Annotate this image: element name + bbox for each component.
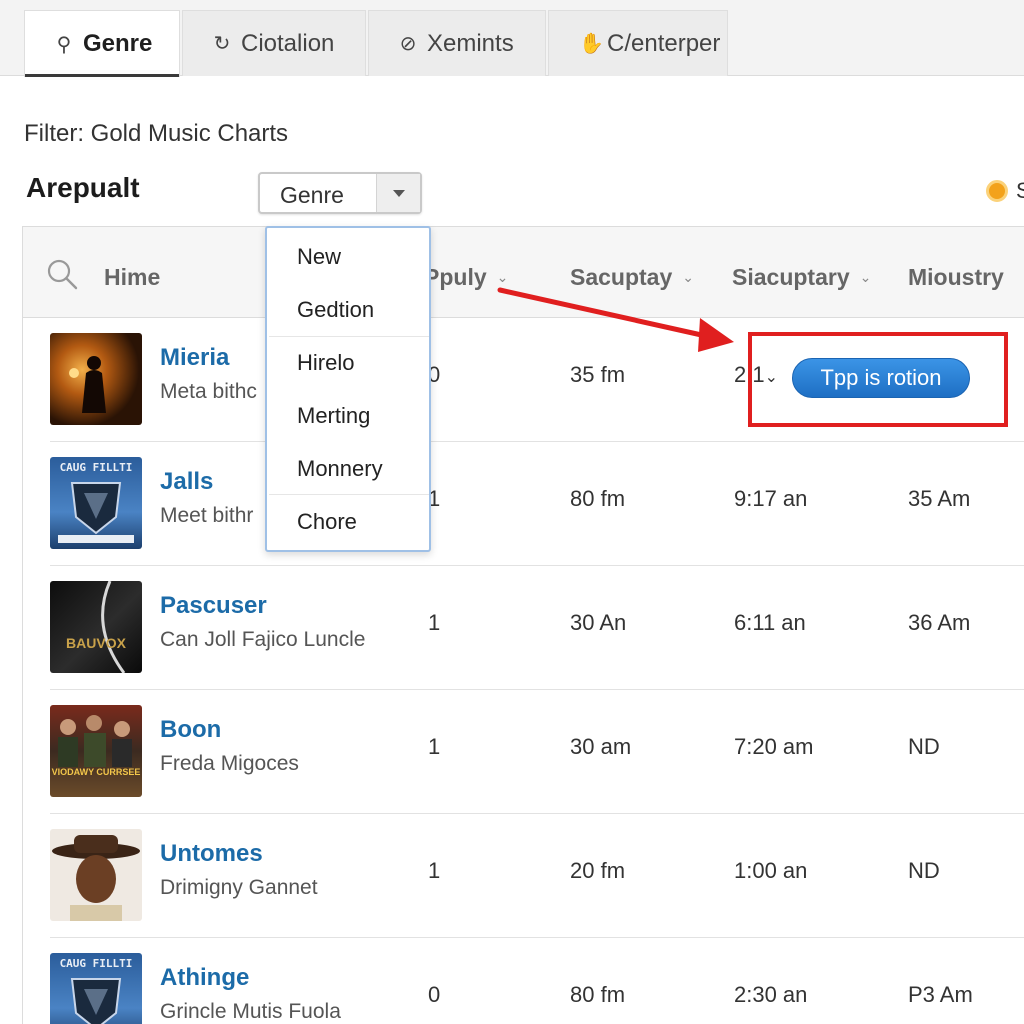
circle-slash-icon: ⊘ xyxy=(399,33,417,55)
track-title[interactable]: Pascuser xyxy=(160,592,267,620)
column-header-ppuly[interactable]: Ppuly ⌄ xyxy=(424,264,508,291)
dropdown-item-monnery[interactable]: Monnery xyxy=(297,456,383,482)
track-artist: Meta bithc xyxy=(160,380,257,403)
cell-ppuly: 1 xyxy=(428,858,441,883)
album-art: VIODAWY CURRSEE xyxy=(50,705,142,797)
dropdown-item-new[interactable]: New xyxy=(297,244,341,270)
track-title[interactable]: Boon xyxy=(160,716,221,744)
tab-label: Xemints xyxy=(427,29,514,57)
album-art-text: VIODAWY CURRSEE xyxy=(51,767,141,777)
column-header-label: Siacuptary xyxy=(732,264,850,290)
album-art-text: BAUVOX xyxy=(66,635,126,651)
tab-label: Genre xyxy=(83,30,153,57)
dropdown-divider xyxy=(269,494,429,495)
column-header-label: Hime xyxy=(104,264,161,290)
cell-mioustry: 36 Am xyxy=(908,610,971,635)
album-art xyxy=(50,829,142,921)
column-header-label: Sacuptay xyxy=(570,264,673,290)
album-art: BAUVOX xyxy=(50,581,142,673)
table-row[interactable]: BAUVOX Pascuser Can Joll Fajico Luncle 1… xyxy=(50,566,1024,690)
chevron-down-icon: ⌄ xyxy=(496,269,509,285)
column-header-sacuptay[interactable]: Sacuptay ⌄ xyxy=(570,264,694,291)
album-art-text: CAUG FILLTI xyxy=(59,461,133,474)
column-header-mioustry[interactable]: Mioustry xyxy=(908,264,1004,291)
track-artist: Drimigny Gannet xyxy=(160,876,318,899)
cell-siacuptary: 7:20 am xyxy=(734,734,814,759)
action-button[interactable]: Tpp is rotion xyxy=(792,358,970,398)
filter-label: Filter: Gold Music Charts xyxy=(24,120,289,147)
section-title: Arepualt xyxy=(26,172,140,203)
cell-mioustry: P3 Am xyxy=(908,982,973,1007)
genre-select-value: Genre xyxy=(280,182,344,208)
album-art: CAUG FILLTI xyxy=(50,953,142,1024)
cell-siacuptary: 1:00 an xyxy=(734,858,808,883)
column-header-label: Mioustry xyxy=(908,264,1004,290)
cell-mioustry: 35 Am xyxy=(908,486,971,511)
cell-sacuptay: 35 fm xyxy=(570,362,626,387)
track-artist: Meet bithr xyxy=(160,504,254,527)
album-art: CAUG FILLTI xyxy=(50,457,142,549)
cell-sacuptay: 30 An xyxy=(570,610,627,635)
chevron-down-icon: ⌄ xyxy=(859,269,872,285)
cell-mioustry: ND xyxy=(908,858,940,883)
album-art-text: CAUG FILLTI xyxy=(59,957,133,970)
table-row[interactable]: VIODAWY CURRSEE Boon Freda Migoces 1 30 … xyxy=(50,690,1024,814)
cell-sacuptay: 80 fm xyxy=(570,982,626,1007)
track-title[interactable]: Athinge xyxy=(160,964,249,992)
cell-ppuly: 1 xyxy=(428,610,441,635)
tab-ciotalion[interactable]: ↻ Ciotalion xyxy=(182,10,366,76)
tab-genre[interactable]: ⚲ Genre xyxy=(24,10,180,77)
cell-siacuptary: 2:30 an xyxy=(734,982,808,1007)
track-artist: Can Joll Fajico Luncle xyxy=(160,628,366,651)
chevron-down-icon xyxy=(392,189,405,197)
refresh-icon: ↻ xyxy=(213,33,231,55)
tab-label: C/enterper xyxy=(607,29,721,57)
column-header-name[interactable]: Hime xyxy=(104,264,160,291)
dropdown-divider xyxy=(269,336,429,337)
select-toggle[interactable] xyxy=(376,174,420,212)
hand-icon: ✋ xyxy=(579,33,604,55)
cell-sacuptay: 20 fm xyxy=(570,858,626,883)
dropdown-item-hirelo[interactable]: Hirelo xyxy=(297,350,354,376)
search-icon[interactable] xyxy=(46,258,78,290)
cell-mioustry: ND xyxy=(908,734,940,759)
column-header-label: Ppuly xyxy=(424,264,487,290)
tab-enterper[interactable]: ✋ C/enterper xyxy=(548,10,728,76)
album-art xyxy=(50,333,142,425)
track-title[interactable]: Untomes xyxy=(160,840,263,868)
cell-ppuly: 1 xyxy=(428,734,441,759)
table-row[interactable]: CAUG FILLTI Athinge Grincle Mutis Fuola … xyxy=(50,938,1024,1024)
dropdown-item-chore[interactable]: Chore xyxy=(297,509,357,535)
dropdown-item-gedtion[interactable]: Gedtion xyxy=(297,297,374,323)
tab-label: Ciotalion xyxy=(241,29,335,57)
track-title[interactable]: Jalls xyxy=(160,468,213,496)
chevron-down-icon: ⌄ xyxy=(682,269,694,285)
track-artist: Freda Migoces xyxy=(160,752,299,775)
genre-select[interactable]: Genre xyxy=(258,172,422,214)
track-artist: Grincle Mutis Fuola xyxy=(160,1000,341,1023)
pin-icon: ⚲ xyxy=(56,33,72,56)
cell-siacuptary: 6:11 an xyxy=(734,610,806,635)
table-row[interactable]: Untomes Drimigny Gannet 1 20 fm 1:00 an … xyxy=(50,814,1024,938)
status-dot-icon xyxy=(986,180,1008,202)
genre-dropdown-menu: New Gedtion Hirelo Merting Monnery Chore xyxy=(265,226,431,552)
tab-xemints[interactable]: ⊘ Xemints xyxy=(368,10,546,76)
status-text: S xyxy=(1016,178,1024,203)
cell-sacuptay: 30 am xyxy=(570,734,632,759)
dropdown-item-merting[interactable]: Merting xyxy=(297,403,370,429)
table-row[interactable]: CAUG FILLTI Jalls Meet bithr 1 80 fm 9:1… xyxy=(50,442,1024,566)
cell-sacuptay: 80 fm xyxy=(570,486,626,511)
cell-ppuly: 0 xyxy=(428,982,441,1007)
table-header xyxy=(22,226,1024,318)
column-header-siacuptary[interactable]: Siacuptary ⌄ xyxy=(732,264,871,291)
cell-siacuptary: 9:17 an xyxy=(734,486,808,511)
track-title[interactable]: Mieria xyxy=(160,344,229,372)
